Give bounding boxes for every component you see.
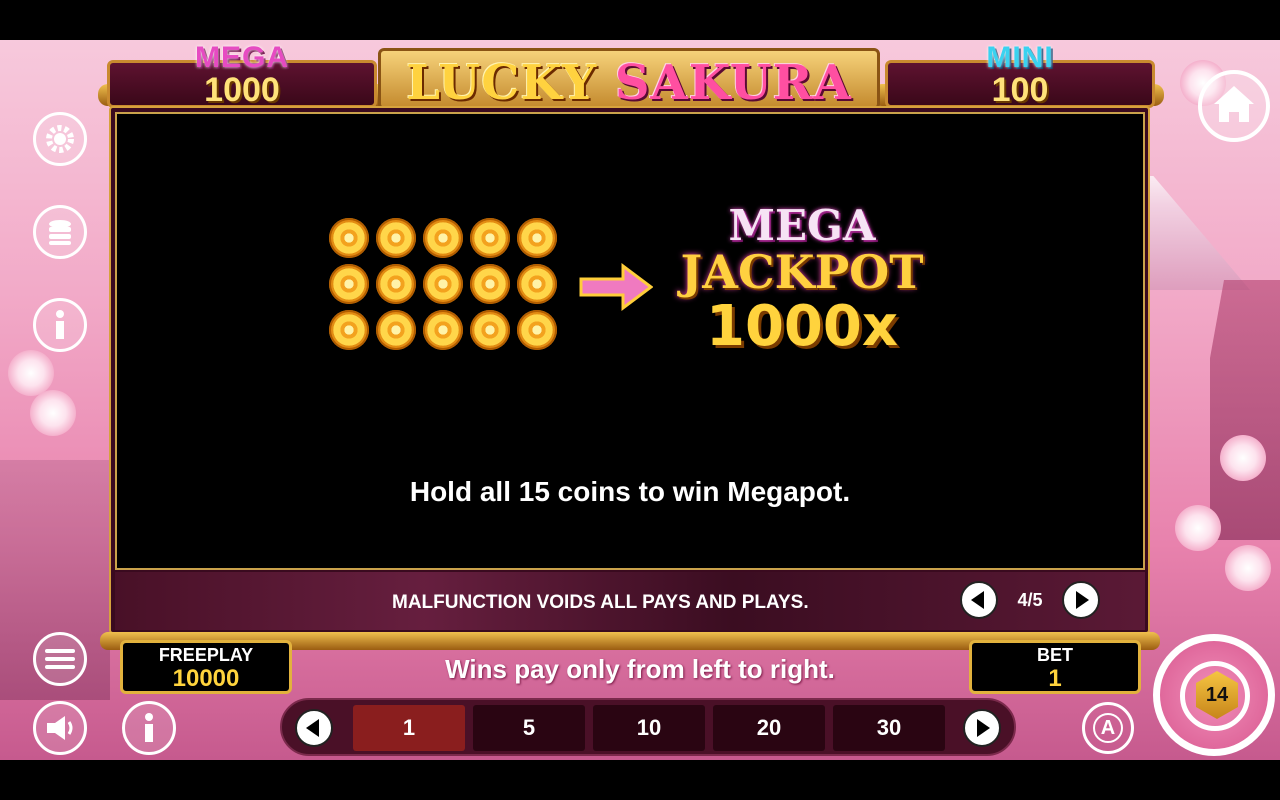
sound-button[interactable] — [33, 701, 87, 755]
gold-coin-icon — [517, 218, 557, 258]
wins-info-text: Wins pay only from left to right. — [445, 654, 835, 684]
menu-button[interactable] — [33, 632, 87, 686]
game-stage: MEGA 1000 MINI 100 LUCKY SAKURA MEGA JAC… — [0, 40, 1280, 760]
bet-increase-button[interactable] — [963, 709, 1001, 747]
gold-coin-icon — [423, 218, 463, 258]
coins-grid — [329, 218, 557, 350]
autoplay-label: A — [1093, 713, 1123, 743]
blossom-icon — [1220, 435, 1266, 481]
jackpot-line2: JACKPOT — [680, 245, 924, 299]
page-indicator: 4/5 — [1017, 589, 1043, 610]
game-logo: LUCKY SAKURA — [378, 48, 880, 111]
gold-coin-icon — [470, 218, 510, 258]
pagoda-scenery — [1210, 280, 1280, 540]
chevron-left-icon — [971, 591, 984, 609]
bet-option[interactable]: 1 — [353, 705, 465, 751]
mega-jackpot-value: 1000 — [204, 71, 280, 109]
bet-option[interactable]: 5 — [473, 705, 585, 751]
gold-coin-icon — [329, 218, 369, 258]
gold-coin-icon — [423, 264, 463, 304]
jackpot-multiplier: 1000x — [706, 294, 898, 359]
menu-icon — [45, 649, 75, 669]
info-icon — [145, 713, 153, 742]
spin-button[interactable]: 14 — [1153, 634, 1275, 756]
paytable-pager: 4/5 — [960, 581, 1100, 619]
gold-coin-icon — [470, 264, 510, 304]
bet-coins-button[interactable] — [33, 205, 87, 259]
gold-coin-icon — [329, 310, 369, 350]
coins-stack-icon — [49, 220, 71, 245]
bet-option[interactable]: 10 — [593, 705, 705, 751]
info-icon — [56, 310, 64, 339]
game-title: LUCKY SAKURA — [381, 55, 877, 111]
jackpot-line1: MEGA — [728, 201, 876, 250]
autoplay-button[interactable]: A — [1082, 702, 1134, 754]
speaker-icon — [47, 716, 73, 740]
gold-coin-icon — [517, 264, 557, 304]
blossom-icon — [1175, 505, 1221, 551]
gold-coin-icon — [423, 310, 463, 350]
gold-coin-icon — [376, 218, 416, 258]
next-page-button[interactable] — [1062, 581, 1100, 619]
mini-jackpot-display: MINI 100 — [885, 41, 1155, 109]
info-button[interactable] — [33, 298, 87, 352]
mega-jackpot-display: MEGA 1000 — [107, 41, 377, 109]
chevron-right-icon — [977, 719, 990, 737]
game-title-part2: SAKURA — [614, 55, 852, 111]
mega-jackpot-label: MEGA — [195, 41, 289, 74]
gold-coin-icon — [376, 310, 416, 350]
prev-page-button[interactable] — [960, 581, 998, 619]
bet-option[interactable]: 30 — [833, 705, 945, 751]
paytable-info-panel: MEGA JACKPOT 1000x Hold all 15 coins to … — [115, 112, 1145, 570]
mini-jackpot-label: MINI — [986, 41, 1054, 74]
gold-coin-icon — [376, 264, 416, 304]
blossom-icon — [1225, 545, 1271, 591]
info-description: Hold all 15 coins to win Megapot. — [409, 476, 851, 507]
gold-coin-icon — [329, 264, 369, 304]
blossom-icon — [30, 390, 76, 436]
settings-button[interactable] — [33, 112, 87, 166]
bet-option[interactable]: 20 — [713, 705, 825, 751]
game-title-part1: LUCKY — [406, 55, 598, 111]
mini-jackpot-value: 100 — [991, 71, 1049, 109]
chevron-right-icon — [1076, 591, 1089, 609]
gold-coin-icon — [517, 310, 557, 350]
chevron-left-icon — [306, 719, 319, 737]
mega-jackpot-graphic: MEGA JACKPOT 1000x — [667, 204, 937, 358]
blossom-icon — [8, 350, 54, 396]
help-button[interactable] — [122, 701, 176, 755]
home-icon — [1214, 86, 1254, 122]
arrow-right-icon — [579, 263, 653, 311]
gold-coin-icon — [470, 310, 510, 350]
gear-icon — [46, 125, 74, 153]
malfunction-disclaimer: MALFUNCTION VOIDS ALL PAYS AND PLAYS. — [392, 592, 809, 613]
bet-decrease-button[interactable] — [295, 709, 333, 747]
home-button[interactable] — [1198, 70, 1270, 142]
